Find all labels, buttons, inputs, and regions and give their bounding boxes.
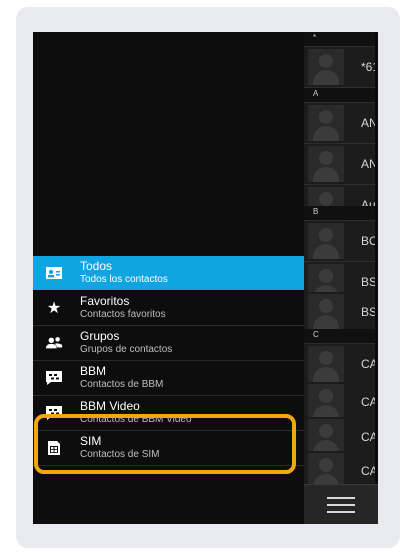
star-icon: ★ <box>46 298 62 317</box>
nav-title: BBM <box>80 364 107 378</box>
nav-title: BBM Video <box>80 399 140 413</box>
contact-row[interactable]: BS <box>304 292 378 333</box>
nav-title: Grupos <box>80 329 120 343</box>
nav-title: Todos <box>80 259 113 273</box>
sim-highlight-annotation <box>34 414 296 474</box>
contact-row[interactable]: AN <box>304 103 378 144</box>
nav-item-grupos[interactable]: Grupos Grupos de contactos <box>33 326 304 361</box>
avatar-placeholder-icon <box>308 105 344 141</box>
action-bar <box>304 484 378 524</box>
group-icon <box>45 335 63 351</box>
scroll-edge <box>375 32 378 524</box>
bbm-icon <box>45 370 63 386</box>
nav-item-todos[interactable]: Todos Todos los contactos <box>33 256 304 290</box>
avatar-placeholder-icon <box>308 223 344 259</box>
avatar-placeholder-icon <box>308 419 344 455</box>
nav-subtitle: Contactos de BBM <box>80 379 164 390</box>
nav-subtitle: Todos los contactos <box>80 274 168 285</box>
section-header-b: B <box>304 206 378 221</box>
contact-row[interactable]: CA <box>304 344 378 385</box>
avatar-placeholder-icon <box>308 146 344 182</box>
nav-subtitle: Grupos de contactos <box>80 344 173 355</box>
avatar-placeholder-icon <box>308 294 344 330</box>
section-header-c: C <box>304 329 378 344</box>
contact-row[interactable]: *61 <box>304 47 378 88</box>
section-header-a: A <box>304 88 378 103</box>
nav-item-favoritos[interactable]: ★ Favoritos Contactos favoritos <box>33 291 304 326</box>
contact-row[interactable]: BO <box>304 221 378 262</box>
contact-row[interactable]: AN <box>304 144 378 185</box>
nav-item-bbm[interactable]: BBM Contactos de BBM <box>33 361 304 396</box>
avatar-placeholder-icon <box>308 384 344 420</box>
nav-title: Favoritos <box>80 294 130 308</box>
avatar-placeholder-icon <box>308 346 344 382</box>
hamburger-menu-icon[interactable] <box>327 495 355 515</box>
contact-card-icon <box>45 265 63 281</box>
section-header-star: * <box>304 32 378 47</box>
contacts-list: * *61 A AN AN Au B BO BS BS C CA CA CA C… <box>304 32 378 524</box>
nav-subtitle: Contactos favoritos <box>80 309 166 320</box>
avatar-placeholder-icon <box>308 49 344 85</box>
